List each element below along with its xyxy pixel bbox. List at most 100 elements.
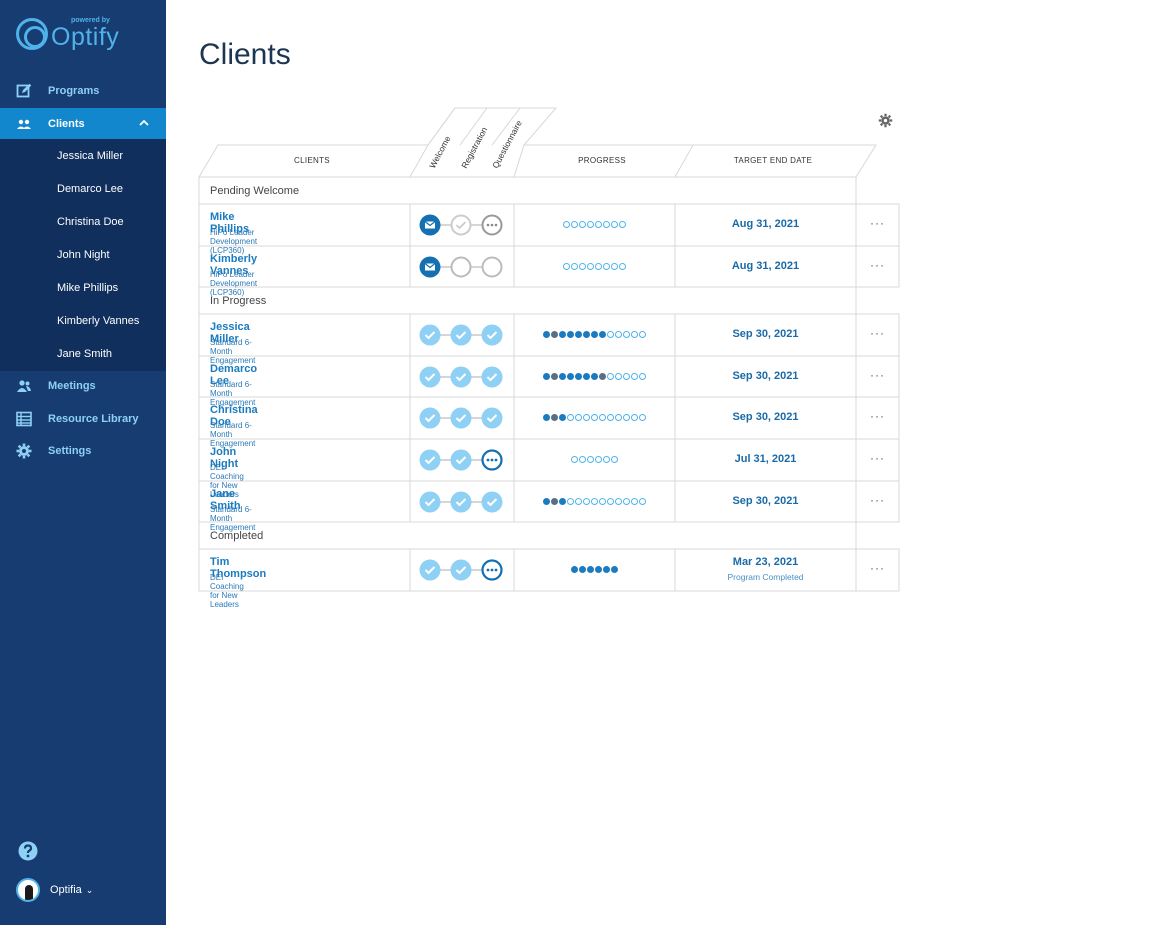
check-status-icon[interactable] [450, 366, 472, 388]
progress-dot-empty [615, 331, 622, 338]
client-program-text: Standard 6-Month Engagement [210, 421, 256, 448]
check-status-icon[interactable] [419, 559, 441, 581]
client-program-text: Standard 6-Month Engagement [210, 505, 256, 532]
check-status-icon[interactable] [450, 449, 472, 471]
mail-status-icon[interactable] [419, 256, 441, 278]
more-options-button[interactable]: ··· [856, 451, 899, 465]
check-status-icon[interactable] [481, 324, 503, 346]
progress-dot-empty [587, 456, 594, 463]
progress-dot-empty [611, 221, 618, 228]
progress-dot-empty [575, 498, 582, 505]
client-program-text: DEI Coaching for New Leaders [210, 573, 244, 609]
more-options-button[interactable]: ··· [856, 216, 899, 230]
more-options-button[interactable]: ··· [856, 258, 899, 272]
progress-dot-filled [543, 414, 550, 421]
progress-dot-empty [603, 263, 610, 270]
progress-dot-filled [559, 498, 566, 505]
client-program-text: Standard 6-Month Engagement [210, 380, 256, 407]
client-program-text: HiPo Leader Development (LCP360) [210, 228, 258, 255]
progress-dots [514, 498, 675, 505]
pending-dots-icon[interactable] [481, 214, 503, 236]
progress-dot-filled [551, 498, 558, 505]
more-options-button[interactable]: ··· [856, 409, 899, 423]
onboarding-status [419, 559, 503, 581]
onboarding-status [419, 407, 503, 429]
target-end-date: Sep 30, 2021 [732, 370, 799, 382]
check-status-icon[interactable] [419, 366, 441, 388]
target-end-date: Aug 31, 2021 [731, 260, 800, 272]
progress-dots [514, 221, 675, 228]
client-program-text: Standard 6-Month Engagement [210, 338, 256, 365]
progress-dots [514, 456, 675, 463]
progress-dot-filled [551, 414, 558, 421]
progress-dot-empty [603, 221, 610, 228]
progress-dot-empty [623, 498, 630, 505]
progress-dot-empty [599, 498, 606, 505]
progress-dot-filled [543, 498, 550, 505]
progress-dot-empty [579, 263, 586, 270]
in-progress-dots-icon[interactable] [481, 559, 503, 581]
progress-dot-empty [631, 498, 638, 505]
progress-dot-empty [587, 263, 594, 270]
check-status-icon[interactable] [481, 407, 503, 429]
column-header-progress[interactable]: PROGRESS [524, 156, 680, 165]
progress-dots [514, 566, 675, 573]
more-options-button[interactable]: ··· [856, 493, 899, 507]
progress-dot-filled [591, 373, 598, 380]
column-header-target-end-date[interactable]: TARGET END DATE [690, 156, 856, 165]
check-status-icon[interactable] [450, 407, 472, 429]
target-end-date: Jul 31, 2021 [734, 453, 797, 465]
check-status-icon[interactable] [450, 559, 472, 581]
progress-dot-filled [599, 373, 606, 380]
target-end-date: Sep 30, 2021 [732, 328, 799, 340]
empty-status-icon[interactable] [450, 256, 472, 278]
progress-dot-empty [579, 221, 586, 228]
progress-dot-empty [567, 414, 574, 421]
check-status-icon[interactable] [419, 449, 441, 471]
more-options-button[interactable]: ··· [856, 561, 899, 575]
progress-dot-empty [571, 263, 578, 270]
column-header-clients[interactable]: CLIENTS [218, 156, 406, 165]
progress-dot-filled [591, 331, 598, 338]
progress-dot-filled [543, 373, 550, 380]
progress-dot-empty [603, 456, 610, 463]
progress-dot-empty [607, 331, 614, 338]
progress-dot-empty [615, 373, 622, 380]
onboarding-status [419, 324, 503, 346]
progress-dot-filled [611, 566, 618, 573]
check-status-icon[interactable] [481, 491, 503, 513]
progress-dot-empty [571, 456, 578, 463]
check-status-icon[interactable] [450, 324, 472, 346]
progress-dot-empty [587, 221, 594, 228]
progress-dot-filled [587, 566, 594, 573]
target-end-date: Sep 30, 2021 [732, 495, 799, 507]
empty-status-icon[interactable] [481, 256, 503, 278]
progress-dot-filled [583, 331, 590, 338]
in-progress-dots-icon[interactable] [481, 449, 503, 471]
progress-dot-empty [575, 414, 582, 421]
check-status-icon[interactable] [419, 491, 441, 513]
progress-dot-empty [583, 414, 590, 421]
client-program-text: HiPo Leader Development (LCP360) [210, 270, 258, 297]
pending-check-icon[interactable] [450, 214, 472, 236]
more-options-button[interactable]: ··· [856, 326, 899, 340]
check-status-icon[interactable] [450, 491, 472, 513]
progress-dot-filled [599, 331, 606, 338]
progress-dot-empty [623, 331, 630, 338]
progress-dots [514, 414, 675, 421]
progress-dot-empty [571, 221, 578, 228]
progress-dot-empty [623, 373, 630, 380]
check-status-icon[interactable] [419, 407, 441, 429]
progress-dot-filled [551, 373, 558, 380]
more-options-button[interactable]: ··· [856, 368, 899, 382]
progress-dot-empty [599, 414, 606, 421]
check-status-icon[interactable] [419, 324, 441, 346]
progress-dot-empty [607, 414, 614, 421]
progress-dot-empty [619, 221, 626, 228]
progress-dot-filled [575, 373, 582, 380]
mail-status-icon[interactable] [419, 214, 441, 236]
progress-dot-empty [631, 414, 638, 421]
onboarding-status [419, 256, 503, 278]
check-status-icon[interactable] [481, 366, 503, 388]
progress-dot-filled [603, 566, 610, 573]
